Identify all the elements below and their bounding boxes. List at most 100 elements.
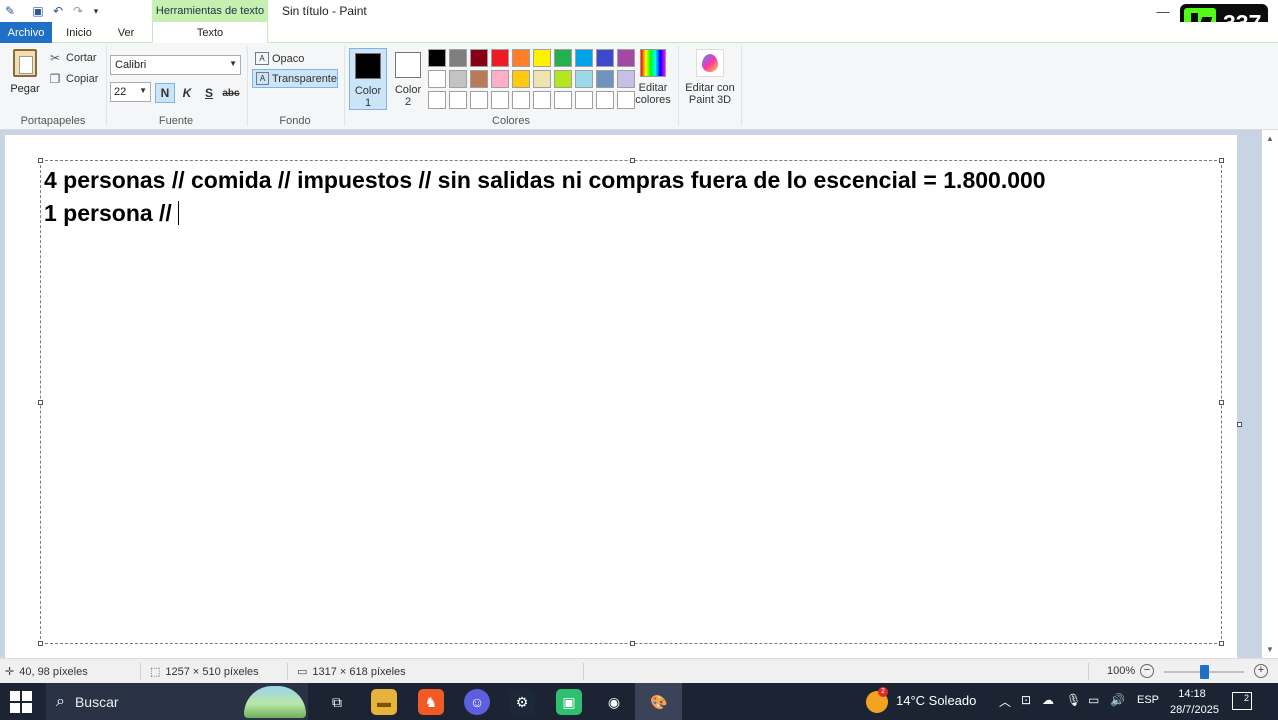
palette-swatch[interactable] bbox=[470, 70, 488, 88]
palette-swatch[interactable] bbox=[554, 70, 572, 88]
palette-swatch[interactable] bbox=[575, 49, 593, 67]
palette-swatch[interactable] bbox=[428, 49, 446, 67]
minimize-button[interactable]: — bbox=[1150, 0, 1176, 22]
tab-inicio[interactable]: Inicio bbox=[56, 22, 102, 43]
tab-ver[interactable]: Ver bbox=[104, 22, 148, 43]
color2-button[interactable]: Color 2 bbox=[389, 48, 427, 110]
customize-qat-icon[interactable]: ▾ bbox=[88, 3, 104, 19]
palette-swatch[interactable] bbox=[533, 91, 551, 109]
transparent-background-button[interactable]: A Transparente bbox=[252, 69, 338, 88]
color1-button[interactable]: Color 1 bbox=[349, 48, 387, 110]
palette-swatch[interactable] bbox=[512, 49, 530, 67]
opaque-label: Opaco bbox=[272, 52, 305, 65]
discord-icon[interactable]: ☺ bbox=[464, 689, 490, 715]
palette-swatch[interactable] bbox=[617, 70, 635, 88]
vertical-scrollbar[interactable]: ▲ ▼ bbox=[1262, 130, 1278, 658]
resize-handle[interactable] bbox=[630, 158, 635, 163]
strikethrough-button[interactable]: abc bbox=[221, 83, 241, 103]
resize-handle[interactable] bbox=[1219, 641, 1224, 646]
palette-swatch[interactable] bbox=[533, 49, 551, 67]
palette-swatch[interactable] bbox=[617, 49, 635, 67]
bold-button[interactable]: N bbox=[155, 83, 175, 103]
palette-swatch[interactable] bbox=[449, 70, 467, 88]
resize-handle[interactable] bbox=[1219, 400, 1224, 405]
task-view-icon[interactable]: ⧉ bbox=[324, 689, 350, 715]
tray-app-icon[interactable]: ⊡ bbox=[1021, 693, 1031, 707]
palette-swatch[interactable] bbox=[617, 91, 635, 109]
undo-icon[interactable]: ↶ bbox=[50, 3, 66, 19]
palette-swatch[interactable] bbox=[596, 70, 614, 88]
file-explorer-icon[interactable]: ▬ bbox=[371, 689, 397, 715]
resize-handle[interactable] bbox=[38, 400, 43, 405]
font-family-select[interactable]: Calibri ▼ bbox=[110, 55, 241, 75]
scroll-up-icon[interactable]: ▲ bbox=[1266, 134, 1274, 143]
brave-browser-icon[interactable]: ♞ bbox=[418, 689, 444, 715]
palette-swatch[interactable] bbox=[596, 49, 614, 67]
paste-button[interactable]: Pegar bbox=[6, 49, 44, 101]
windows-start-icon[interactable] bbox=[10, 691, 32, 713]
palette-swatch[interactable] bbox=[449, 49, 467, 67]
edit-with-paint3d-button[interactable]: Editar con Paint 3D bbox=[682, 49, 738, 106]
palette-swatch[interactable] bbox=[470, 49, 488, 67]
edit-colors-button[interactable]: Editar colores bbox=[634, 49, 672, 106]
palette-swatch[interactable] bbox=[575, 91, 593, 109]
group-divider bbox=[678, 46, 679, 126]
status-divider bbox=[583, 663, 584, 680]
palette-swatch[interactable] bbox=[470, 91, 488, 109]
paint-app-icon[interactable]: ✎ bbox=[2, 3, 18, 19]
paint-taskbar-icon[interactable]: 🎨 bbox=[646, 689, 672, 715]
network-icon[interactable]: ▭ bbox=[1088, 693, 1099, 707]
palette-swatch[interactable] bbox=[554, 91, 572, 109]
tab-texto[interactable]: Texto bbox=[152, 22, 268, 44]
weather-text[interactable]: 14°C Soleado bbox=[896, 693, 976, 708]
microphone-icon[interactable]: 🎙 bbox=[1066, 693, 1081, 707]
text-box[interactable]: 4 personas // comida // impuestos // sin… bbox=[38, 158, 1224, 646]
canvas-resize-handle[interactable] bbox=[1237, 422, 1242, 427]
drawing-canvas[interactable]: 4 personas // comida // impuestos // sin… bbox=[5, 135, 1237, 658]
zoom-out-button[interactable]: − bbox=[1140, 664, 1154, 678]
clock[interactable]: 14:18 28/7/2025 bbox=[1170, 686, 1219, 718]
palette-swatch[interactable] bbox=[575, 70, 593, 88]
scroll-down-icon[interactable]: ▼ bbox=[1266, 645, 1274, 654]
taskbar-search[interactable]: ⌕ Buscar bbox=[46, 683, 308, 720]
cut-button[interactable]: ✂ Cortar bbox=[48, 49, 97, 67]
obs-icon[interactable]: ◉ bbox=[601, 689, 627, 715]
save-icon[interactable]: ▣ bbox=[30, 3, 46, 19]
resize-handle[interactable] bbox=[1219, 158, 1224, 163]
notifications-icon[interactable]: 2 bbox=[1232, 692, 1252, 710]
zoom-in-button[interactable]: + bbox=[1254, 664, 1268, 678]
palette-swatch[interactable] bbox=[428, 91, 446, 109]
tab-archivo[interactable]: Archivo bbox=[0, 22, 52, 43]
cloud-icon[interactable]: ☁ bbox=[1042, 693, 1054, 707]
palette-swatch[interactable] bbox=[449, 91, 467, 109]
steam-icon[interactable]: ⚙ bbox=[509, 689, 535, 715]
palette-swatch[interactable] bbox=[512, 91, 530, 109]
copy-button[interactable]: ❐ Copiar bbox=[48, 70, 99, 88]
palette-swatch[interactable] bbox=[491, 91, 509, 109]
resize-handle[interactable] bbox=[38, 158, 43, 163]
volume-icon[interactable]: 🔊 bbox=[1110, 693, 1125, 707]
opaque-background-button[interactable]: A Opaco bbox=[252, 49, 338, 68]
edit-colors-label: Editar bbox=[638, 82, 668, 94]
language-indicator[interactable]: ESP bbox=[1137, 694, 1159, 706]
resize-handle[interactable] bbox=[38, 641, 43, 646]
text-line-2: 1 persona // bbox=[44, 200, 179, 227]
search-highlight-image bbox=[244, 686, 306, 718]
group-divider bbox=[741, 46, 742, 126]
chat-app-icon[interactable]: ▣ bbox=[556, 689, 582, 715]
chevron-up-icon[interactable]: ︿ bbox=[999, 693, 1011, 710]
palette-swatch[interactable] bbox=[533, 70, 551, 88]
resize-handle[interactable] bbox=[630, 641, 635, 646]
palette-swatch[interactable] bbox=[512, 70, 530, 88]
palette-swatch[interactable] bbox=[596, 91, 614, 109]
font-size-select[interactable]: 22 ▼ bbox=[110, 82, 151, 102]
palette-swatch[interactable] bbox=[491, 70, 509, 88]
redo-icon[interactable]: ↷ bbox=[70, 3, 86, 19]
palette-swatch[interactable] bbox=[491, 49, 509, 67]
italic-button[interactable]: K bbox=[177, 83, 197, 103]
crosshair-icon: ✛ bbox=[5, 666, 15, 678]
palette-swatch[interactable] bbox=[554, 49, 572, 67]
underline-button[interactable]: S bbox=[199, 83, 219, 103]
zoom-slider-thumb[interactable] bbox=[1199, 665, 1209, 679]
palette-swatch[interactable] bbox=[428, 70, 446, 88]
